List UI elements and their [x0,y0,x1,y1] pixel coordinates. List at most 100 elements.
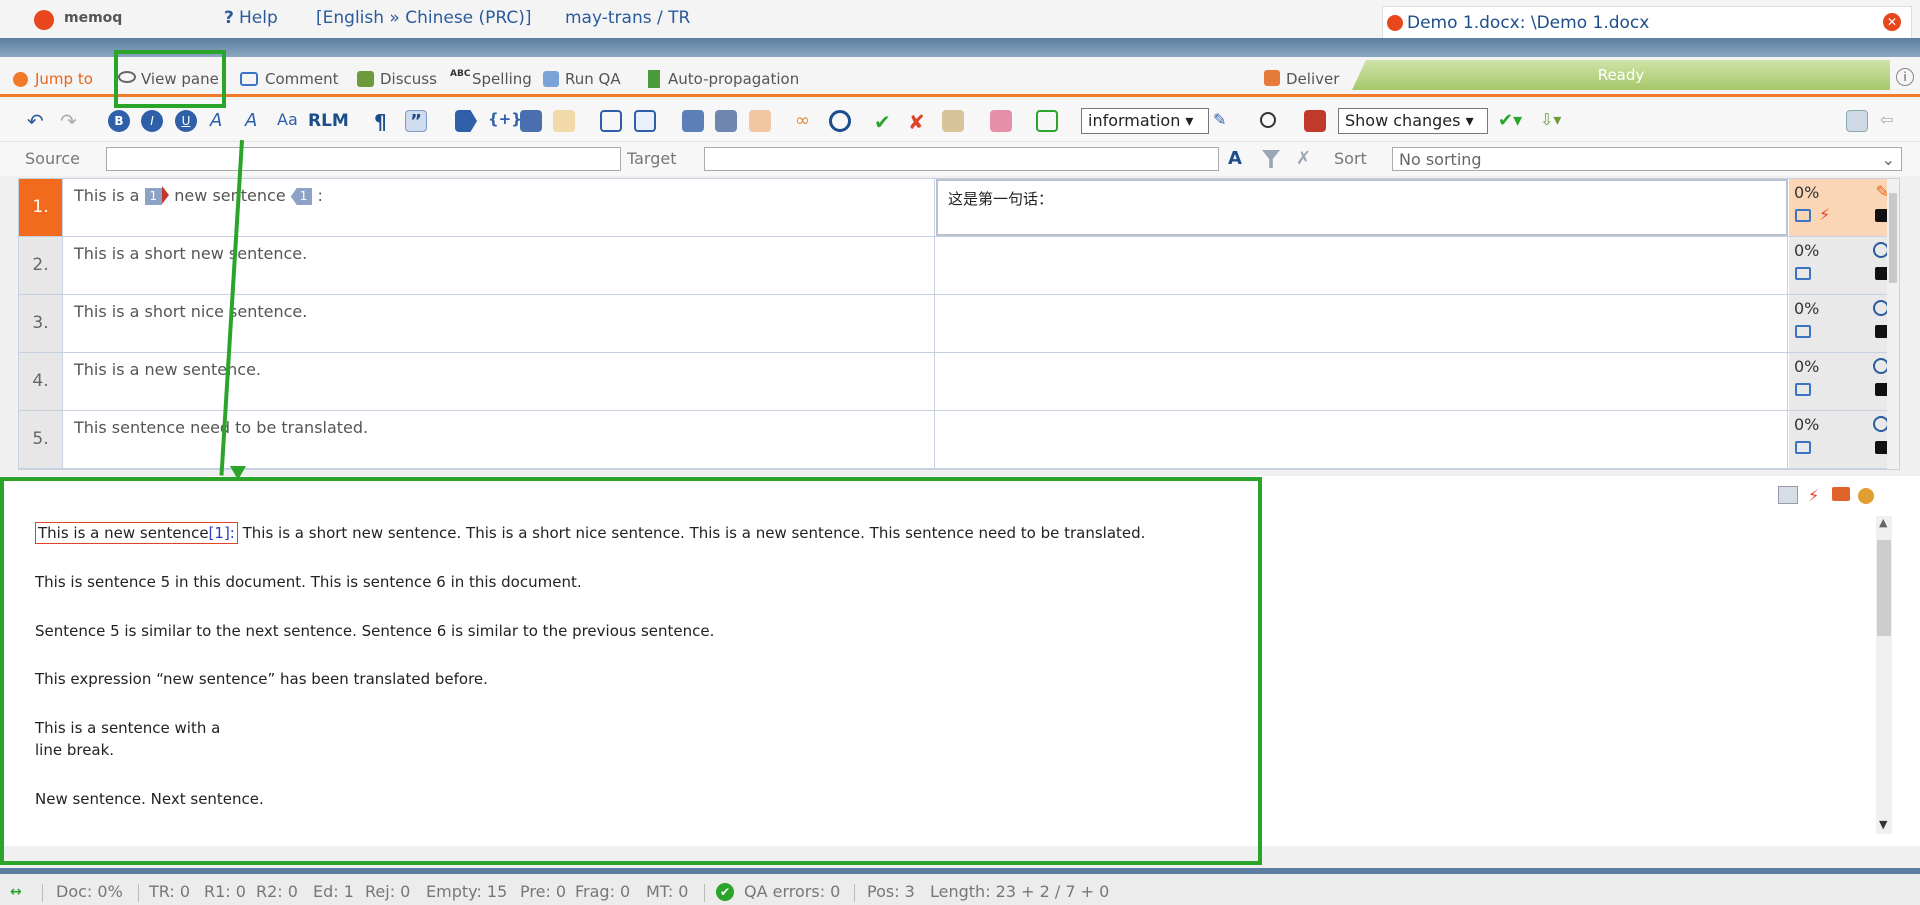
filter-icon[interactable] [1262,150,1280,168]
tools-icon[interactable] [1304,110,1326,132]
segment-row[interactable]: 5. This sentence need to be translated. … [19,411,1897,469]
insert-symbol-icon[interactable] [600,110,622,132]
target-cell-active[interactable]: 这是第一句话： [936,179,1788,236]
lock-icon[interactable] [749,110,771,132]
target-cell[interactable] [936,237,1788,294]
segment-row[interactable]: 4. This is a new sentence. 0% [19,353,1897,411]
copy-tags-icon[interactable] [520,110,542,132]
undo-icon[interactable]: ↶ [27,110,49,132]
comment-bubble-icon[interactable] [1832,487,1850,501]
comment-icon[interactable] [1795,267,1811,280]
settings-icon[interactable] [1858,488,1874,504]
help-link[interactable]: Help [239,8,278,28]
reject-icon[interactable]: ✘ [908,110,930,134]
close-tab-icon[interactable]: ✕ [1883,13,1901,31]
segment-number: 4. [19,353,63,410]
spelling-button[interactable]: Spelling [472,70,532,88]
source-filter-input[interactable] [106,147,621,171]
target-cell[interactable] [936,295,1788,352]
translation-grid: 1. This is a 1 new sentence 1 : 这是第一句话： … [18,178,1900,470]
source-cell[interactable]: This is a new sentence. [64,353,935,410]
case-icon[interactable]: Aa [277,110,299,132]
project-name[interactable]: may-trans / TR [565,8,690,28]
source-cell[interactable]: This is a 1 new sentence 1 : [64,179,935,236]
document-tab[interactable]: Demo 1.docx: \Demo 1.docx ✕ [1382,6,1912,38]
clear-filter-icon[interactable]: ✗ [1296,148,1311,169]
lightning-icon: ⚡ [1819,205,1831,224]
confirm-options-icon[interactable]: ✔▾ [1498,110,1522,132]
preview-scroll-thumb[interactable] [1877,540,1891,636]
underline-icon[interactable]: U [175,110,197,132]
scroll-up-icon[interactable]: ▲ [1879,516,1887,529]
severity-select-value: information [1088,111,1181,130]
comment-button[interactable]: Comment [265,70,339,88]
redo-icon[interactable]: ↷ [60,110,82,132]
join-icon[interactable] [682,110,704,132]
find-icon[interactable] [1260,112,1276,128]
tag-arrow-icon [162,186,170,204]
preview-scrollbar[interactable]: ▲ ▼ [1876,516,1892,834]
subscript-icon[interactable]: A [245,110,267,132]
rlm-button[interactable]: RLM [308,111,349,131]
navigate-down-icon[interactable]: ⇩▾ [1540,110,1562,132]
discuss-button[interactable]: Discuss [380,70,437,88]
back-icon[interactable]: ⇦ [1880,110,1902,132]
segment-number: 5. [19,411,63,468]
source-cell[interactable]: This is a short new sentence. [64,237,935,294]
brace-tag-icon[interactable]: {+} [488,110,522,132]
tm-icon[interactable] [942,110,964,132]
comment-icon[interactable] [1795,209,1811,222]
italic-icon[interactable]: I [141,110,163,132]
pilcrow-icon[interactable]: ¶ [374,110,396,134]
qa-errors[interactable]: QA errors: 0 [744,882,840,901]
deliver-button[interactable]: Deliver [1286,70,1339,88]
segment-row[interactable]: 2. This is a short new sentence. 0% [19,237,1897,295]
source-cell[interactable]: This is a short nice sentence. [64,295,935,352]
segment-row[interactable]: 1. This is a 1 new sentence 1 : 这是第一句话： … [19,179,1897,237]
closing-tag[interactable]: 1 [290,188,313,205]
edit-icon[interactable] [634,110,656,132]
jump-to-button[interactable]: Jump to [35,70,93,88]
severity-select[interactable]: information ▾ [1081,108,1209,134]
grid-scroll-thumb[interactable] [1889,193,1897,283]
comment-icon[interactable] [1795,441,1811,454]
target-filter-input[interactable] [704,147,1219,171]
scroll-down-icon[interactable]: ▼ [1879,818,1887,831]
run-qa-button[interactable]: Run QA [565,70,621,88]
auto-propagation-button[interactable]: Auto-propagation [668,70,799,88]
target-cell[interactable] [936,411,1788,468]
superscript-icon[interactable]: A [210,110,232,132]
comment-icon[interactable] [1795,383,1811,396]
status-r2: R2: 0 [256,882,298,901]
source-cell[interactable]: This sentence need to be translated. [64,411,935,468]
opening-tag[interactable]: 1 [144,188,163,205]
highlight-icon[interactable]: ✎ [1213,110,1235,132]
confirm-check-icon[interactable]: ✔ [874,110,896,134]
link-icon[interactable]: ∞ [795,110,817,132]
insert-tag-icon[interactable] [455,110,477,132]
font-size-icon[interactable]: A [1228,148,1242,169]
qa-check-icon: ✔ [716,883,734,901]
segment-row[interactable]: 3. This is a short nice sentence. 0% [19,295,1897,353]
add-term-icon[interactable] [1036,110,1058,132]
segment-length: Length: 23 + 2 / 7 + 0 [930,882,1110,901]
target-cell[interactable] [936,353,1788,410]
show-changes-select[interactable]: Show changes ▾ [1338,108,1488,134]
status-empty: Empty: 15 [426,882,508,901]
lightning-icon[interactable]: ⚡ [1808,486,1819,505]
clear-tags-icon[interactable] [553,110,575,132]
filter-toggle-icon[interactable] [1846,110,1868,132]
split-icon[interactable] [715,110,737,132]
preview-eye-icon[interactable] [1778,486,1798,504]
comment-icon[interactable] [1795,325,1811,338]
help-icon[interactable]: ? [224,8,234,28]
match-rate: 0% [1794,415,1820,434]
concordance-icon[interactable] [829,110,851,132]
bold-icon[interactable]: B [108,110,130,132]
grid-scrollbar[interactable] [1887,179,1899,469]
document-tab-title: Demo 1.docx: \Demo 1.docx [1407,13,1650,33]
ribbon-info-icon[interactable]: i [1896,68,1914,86]
quote-icon[interactable]: ” [405,110,427,132]
sort-select[interactable]: No sorting ⌄ [1392,147,1902,171]
termbase-icon[interactable] [990,110,1012,132]
